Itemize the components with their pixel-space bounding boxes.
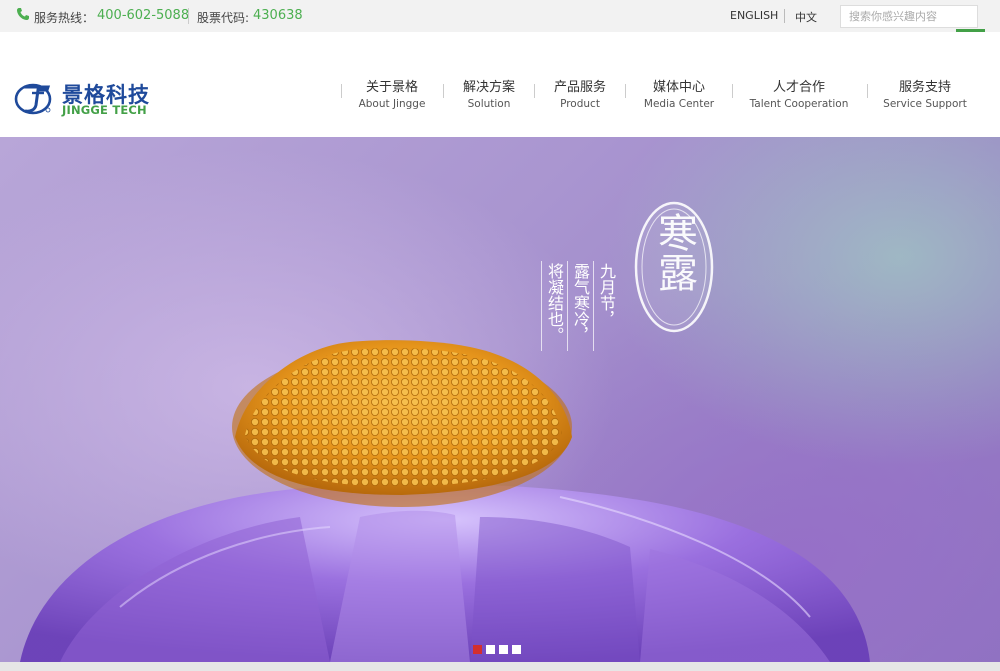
nav-item-talent[interactable]: 人才合作 Talent Cooperation <box>743 80 855 116</box>
nav-item-service-support[interactable]: 服务支持 Service Support <box>877 80 973 116</box>
site-header: 景格科技 JINGGE TECH 关于景格 About Jingge 解决方案 … <box>0 32 1000 137</box>
seal-text: 寒露 <box>651 212 697 292</box>
main-navigation: 关于景格 About Jingge 解决方案 Solution 产品服务 Pro… <box>0 80 1000 120</box>
slider-dot-1[interactable] <box>473 645 482 654</box>
flower-center <box>232 340 572 507</box>
stock-code-label: 股票代码: <box>197 11 250 25</box>
slider-dot-4[interactable] <box>512 645 521 654</box>
nav-item-sublabel: Service Support <box>883 98 967 110</box>
divider <box>784 9 785 23</box>
nav-divider <box>732 84 733 98</box>
nav-divider <box>534 84 535 98</box>
slider-pagination <box>473 645 521 655</box>
hero-banner[interactable]: 寒露 九月节， 露气寒冷， 将凝结也。 <box>0 137 1000 662</box>
nav-divider <box>625 84 626 98</box>
language-english-link[interactable]: ENGLISH <box>730 9 778 22</box>
nav-item-label: 产品服务 <box>553 80 606 95</box>
nav-item-label: 服务支持 <box>898 80 951 95</box>
nav-item-label: 人才合作 <box>772 80 825 95</box>
search-input[interactable] <box>840 5 978 28</box>
flower-petals <box>20 484 870 662</box>
poem-column-3: 将凝结也。 <box>545 263 564 343</box>
nav-item-label: 关于景格 <box>365 80 418 95</box>
nav-divider <box>341 84 342 98</box>
nav-item-sublabel: Media Center <box>643 98 715 110</box>
nav-item-label: 解决方案 <box>462 80 515 95</box>
top-utility-bar: 服务热线： 400-602-5088 股票代码: 430638 ENGLISH … <box>0 0 1000 32</box>
nav-item-sublabel: Talent Cooperation <box>749 98 849 110</box>
divider <box>188 8 189 24</box>
slider-dot-2[interactable] <box>486 645 495 654</box>
phone-icon <box>17 8 29 20</box>
hotline-number: 400-602-5088 <box>97 8 190 23</box>
nav-item-label: 媒体中心 <box>652 80 705 95</box>
nav-divider <box>443 84 444 98</box>
nav-item-sublabel: About Jingge <box>358 98 426 110</box>
page-bottom-strip <box>0 662 1000 671</box>
hero-image <box>20 201 870 662</box>
poem-divider <box>593 261 594 351</box>
nav-item-solution[interactable]: 解决方案 Solution <box>454 80 524 116</box>
slider-dot-3[interactable] <box>499 645 508 654</box>
hotline-label: 服务热线： <box>34 11 95 25</box>
nav-item-product[interactable]: 产品服务 Product <box>545 80 615 116</box>
nav-item-sublabel: Solution <box>467 98 511 110</box>
nav-divider <box>867 84 868 98</box>
poem-column-1: 九月节， <box>597 263 616 327</box>
nav-item-about[interactable]: 关于景格 About Jingge <box>352 80 432 116</box>
nav-item-media-center[interactable]: 媒体中心 Media Center <box>636 80 722 116</box>
nav-item-sublabel: Product <box>560 98 600 110</box>
stock-code-value: 430638 <box>253 8 303 23</box>
poem-divider <box>541 261 542 351</box>
poem-divider <box>567 261 568 351</box>
language-chinese-link[interactable]: 中文 <box>795 9 817 25</box>
poem-column-2: 露气寒冷， <box>571 263 590 343</box>
